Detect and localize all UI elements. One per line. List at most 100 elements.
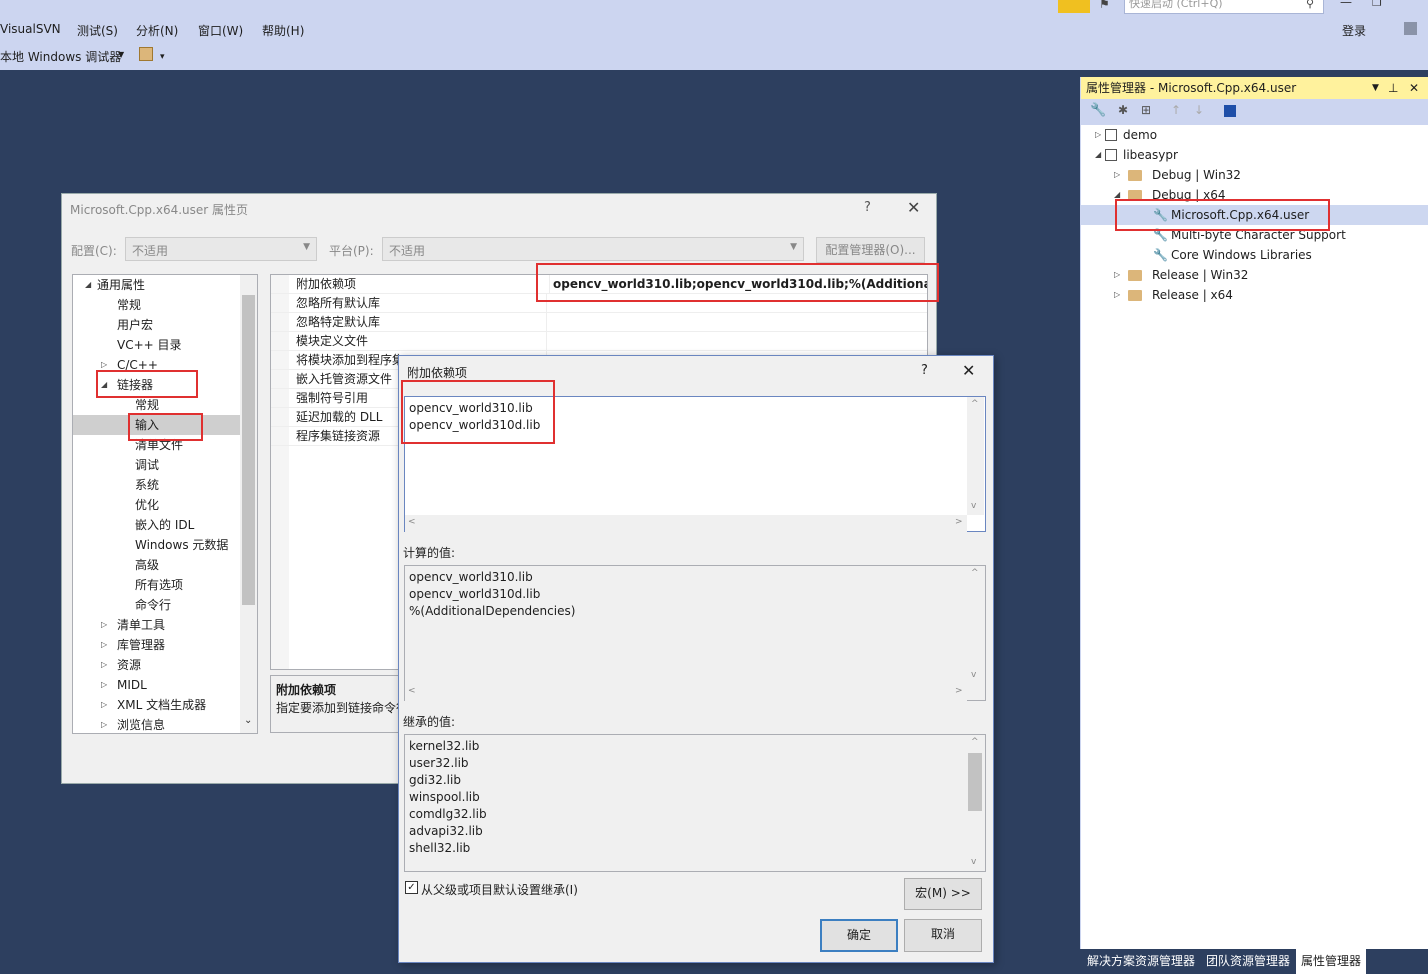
- collapsed-icon[interactable]: ▷: [1114, 265, 1120, 285]
- tree-item[interactable]: 输入: [73, 415, 241, 435]
- debugger-target-dropdown[interactable]: 本地 Windows 调试器: [0, 48, 121, 65]
- edit-vscrollbar[interactable]: ^ v: [967, 397, 984, 515]
- property-manager-item[interactable]: ▷ Release | Win32: [1081, 265, 1428, 285]
- feedback-icon[interactable]: ⚑: [1099, 0, 1110, 11]
- login-link[interactable]: 登录: [1342, 22, 1366, 39]
- property-value[interactable]: opencv_world310.lib;opencv_world310d.lib…: [549, 275, 927, 294]
- chevron-down-icon[interactable]: v: [971, 857, 976, 867]
- attach-icon[interactable]: [139, 47, 153, 61]
- chevron-left-icon[interactable]: <: [408, 686, 416, 696]
- macro-button[interactable]: 宏(M) >>: [904, 878, 982, 910]
- tree-item[interactable]: ▷ 库管理器: [73, 635, 241, 655]
- tab-property-manager[interactable]: 属性管理器: [1296, 949, 1367, 974]
- property-value[interactable]: [546, 313, 549, 332]
- user-avatar-icon[interactable]: [1404, 22, 1417, 35]
- platform-select[interactable]: 不适用 ▼: [382, 237, 804, 261]
- minimize-icon[interactable]: —: [1340, 0, 1352, 9]
- collapsed-icon[interactable]: ▷: [1114, 285, 1120, 305]
- menu-window[interactable]: 窗口(W): [198, 22, 243, 39]
- property-manager-item[interactable]: ◢ Debug | x64: [1081, 185, 1428, 205]
- chevron-down-icon[interactable]: v: [971, 670, 976, 680]
- help-icon[interactable]: ?: [864, 200, 871, 215]
- ok-button[interactable]: 确定: [820, 919, 898, 952]
- collapsed-icon[interactable]: ▷: [101, 355, 107, 375]
- property-manager-item[interactable]: 🔧 Core Windows Libraries: [1081, 245, 1428, 265]
- collapsed-icon[interactable]: ▷: [101, 635, 107, 655]
- tree-item[interactable]: 命令行: [73, 595, 241, 615]
- edit-hscrollbar[interactable]: < >: [405, 515, 967, 532]
- notification-flag-icon[interactable]: [1058, 0, 1090, 13]
- collapsed-icon[interactable]: ▷: [101, 695, 107, 715]
- tree-scroll-thumb[interactable]: [242, 295, 255, 605]
- property-row[interactable]: 模块定义文件: [271, 332, 927, 351]
- tree-item[interactable]: 优化: [73, 495, 241, 515]
- tree-item[interactable]: 高级: [73, 555, 241, 575]
- restore-icon[interactable]: ❐: [1372, 0, 1382, 9]
- property-value[interactable]: [546, 332, 549, 351]
- property-manager-item[interactable]: ◢ libeasypr: [1081, 145, 1428, 165]
- tree-item[interactable]: ▷ MIDL: [73, 675, 241, 695]
- chevron-down-icon[interactable]: ⌄: [244, 715, 252, 726]
- add-new-property-sheet-icon[interactable]: ✱: [1118, 103, 1128, 117]
- tree-item[interactable]: ◢ 链接器: [73, 375, 241, 395]
- tree-item[interactable]: 常规: [73, 395, 241, 415]
- pin-icon[interactable]: ⊥: [1388, 77, 1398, 99]
- collapsed-icon[interactable]: ▷: [101, 675, 107, 695]
- collapsed-icon[interactable]: ▷: [101, 615, 107, 635]
- chevron-up-icon[interactable]: ^: [971, 737, 979, 747]
- tree-item[interactable]: 常规: [73, 295, 241, 315]
- tree-item[interactable]: ▷ C/C++: [73, 355, 241, 375]
- expanded-icon[interactable]: ◢: [85, 275, 91, 295]
- collapsed-icon[interactable]: ▷: [1114, 165, 1120, 185]
- close-icon[interactable]: ✕: [1409, 77, 1419, 99]
- expanded-icon[interactable]: ◢: [1095, 145, 1101, 165]
- tree-item[interactable]: 调试: [73, 455, 241, 475]
- tree-item[interactable]: 嵌入的 IDL: [73, 515, 241, 535]
- cancel-button[interactable]: 取消: [904, 919, 982, 952]
- chevron-right-icon[interactable]: >: [955, 517, 963, 527]
- tree-item[interactable]: ▷ 清单工具: [73, 615, 241, 635]
- chevron-down-icon[interactable]: ▼: [118, 50, 124, 59]
- chevron-up-icon[interactable]: ^: [971, 399, 979, 409]
- move-up-icon[interactable]: ↑: [1171, 103, 1181, 117]
- tree-item[interactable]: 清单文件: [73, 435, 241, 455]
- dropdown-icon[interactable]: ▼: [1372, 77, 1379, 99]
- property-value[interactable]: [546, 294, 549, 313]
- quick-launch-input[interactable]: 快速启动 (Ctrl+Q): [1124, 0, 1324, 14]
- collapsed-icon[interactable]: ▷: [101, 655, 107, 675]
- menu-test[interactable]: 测试(S): [77, 22, 118, 39]
- menu-analyze[interactable]: 分析(N): [136, 22, 178, 39]
- property-manager-item[interactable]: 🔧 Multi-byte Character Support: [1081, 225, 1428, 245]
- dependencies-edit-box[interactable]: opencv_world310.lib opencv_world310d.lib: [404, 396, 986, 532]
- config-manager-button[interactable]: 配置管理器(O)...: [816, 237, 925, 263]
- chevron-up-icon[interactable]: ^: [971, 568, 979, 578]
- move-down-icon[interactable]: ↓: [1194, 103, 1204, 117]
- help-icon[interactable]: ?: [921, 363, 928, 378]
- chevron-left-icon[interactable]: <: [408, 517, 416, 527]
- inherit-checkbox-label[interactable]: 从父级或项目默认设置继承(I): [421, 881, 578, 898]
- properties-icon[interactable]: 🔧: [1090, 103, 1106, 118]
- add-existing-property-sheet-icon[interactable]: ⊞: [1141, 103, 1151, 117]
- computed-hscrollbar[interactable]: < >: [405, 684, 967, 701]
- property-manager-item[interactable]: ▷ Release | x64: [1081, 285, 1428, 305]
- inherit-checkbox[interactable]: ✓: [405, 881, 418, 894]
- close-icon[interactable]: ✕: [907, 198, 920, 217]
- expanded-icon[interactable]: ◢: [101, 375, 107, 395]
- property-row[interactable]: 附加依赖项 opencv_world310.lib;opencv_world310…: [271, 275, 927, 294]
- config-select[interactable]: 不适用 ▼: [125, 237, 317, 261]
- tree-item[interactable]: ▷ 浏览信息: [73, 715, 241, 733]
- property-manager-item[interactable]: ▷ demo: [1081, 125, 1428, 145]
- tree-item[interactable]: Windows 元数据: [73, 535, 241, 555]
- save-icon[interactable]: [1224, 105, 1236, 117]
- tree-item[interactable]: ◢ 通用属性: [73, 275, 241, 295]
- close-icon[interactable]: ✕: [962, 361, 975, 380]
- tree-item[interactable]: VC++ 目录: [73, 335, 241, 355]
- collapsed-icon[interactable]: ▷: [101, 715, 107, 733]
- inherited-vscrollbar[interactable]: ^ v: [967, 735, 984, 871]
- menu-help[interactable]: 帮助(H): [262, 22, 304, 39]
- chevron-down-icon[interactable]: v: [971, 501, 976, 511]
- tab-solution-explorer[interactable]: 解决方案资源管理器: [1082, 949, 1200, 974]
- property-row[interactable]: 忽略特定默认库: [271, 313, 927, 332]
- collapsed-icon[interactable]: ▷: [1095, 125, 1101, 145]
- property-manager-item[interactable]: 🔧 Microsoft.Cpp.x64.user: [1081, 205, 1428, 225]
